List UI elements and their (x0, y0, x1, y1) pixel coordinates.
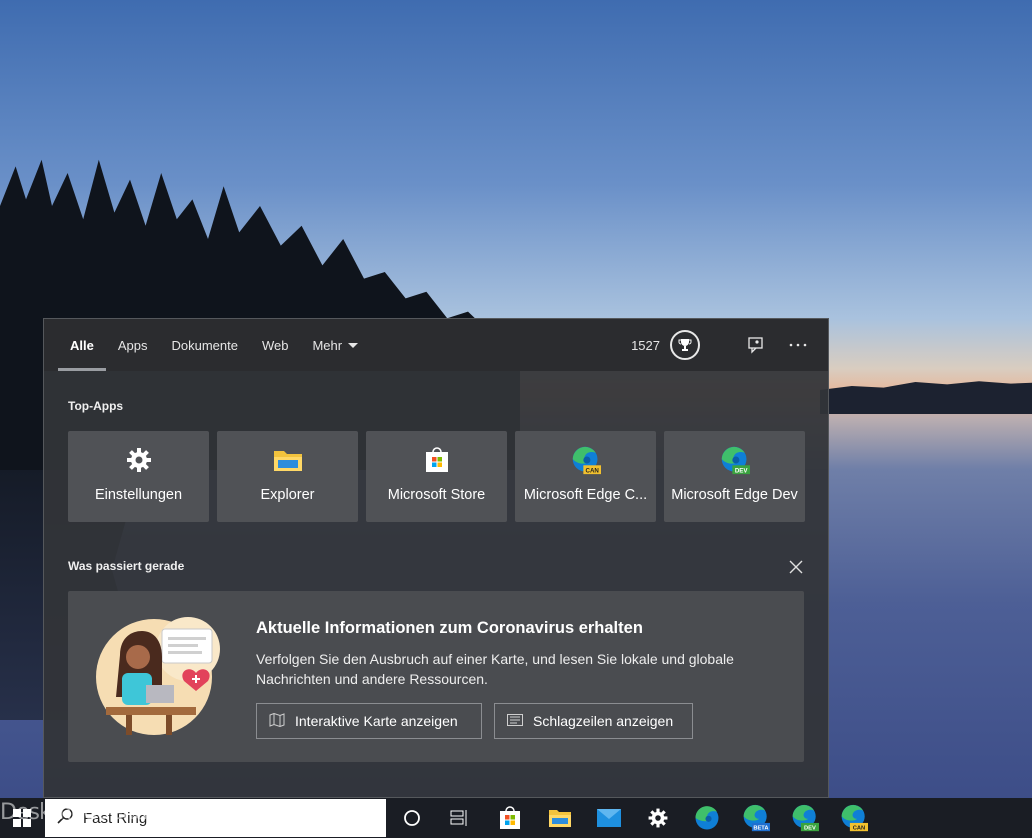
app-tile-edge-dev[interactable]: DEV Microsoft Edge Dev (664, 431, 805, 522)
watermark-text: Deskmodder.de (0, 800, 161, 825)
task-view-icon[interactable] (445, 803, 475, 833)
search-panel: Alle Apps Dokumente Web Mehr 1527 Top-Ap… (43, 318, 829, 798)
top-apps-heading: Top-Apps (68, 399, 124, 413)
button-label: Schlagzeilen anzeigen (533, 713, 674, 729)
button-label: Interaktive Karte anzeigen (295, 713, 458, 729)
edge-dev-icon: DEV (720, 445, 750, 475)
tab-web[interactable]: Web (250, 319, 301, 371)
search-tabbar: Alle Apps Dokumente Web Mehr 1527 (44, 319, 828, 371)
tab-alle[interactable]: Alle (58, 319, 106, 371)
app-label: Einstellungen (94, 487, 183, 503)
trophy-icon[interactable] (670, 330, 700, 360)
edge-canary-taskbar-icon[interactable]: CAN (839, 803, 869, 833)
app-label: Explorer (260, 487, 315, 503)
microsoft-store-icon (422, 445, 452, 475)
cortana-icon[interactable] (397, 803, 427, 833)
tabbar-actions: 1527 (631, 319, 810, 371)
file-explorer-icon (273, 445, 303, 475)
news-title: Aktuelle Informationen zum Coronavirus e… (256, 619, 643, 637)
edge-canary-icon: CAN (571, 445, 601, 475)
tab-label: Mehr (312, 337, 343, 353)
close-icon[interactable] (788, 559, 804, 575)
more-options-icon[interactable] (786, 333, 810, 357)
chevron-down-icon (348, 342, 359, 348)
show-headlines-button[interactable]: Schlagzeilen anzeigen (494, 703, 693, 739)
mail-icon[interactable] (594, 803, 624, 833)
coronavirus-news-card: Aktuelle Informationen zum Coronavirus e… (68, 591, 804, 762)
tab-mehr[interactable]: Mehr (300, 319, 370, 371)
svg-text:DEV: DEV (804, 826, 816, 832)
app-tile-einstellungen[interactable]: Einstellungen (68, 431, 209, 522)
settings-taskbar-icon[interactable] (643, 803, 673, 833)
edge-beta-taskbar-icon[interactable]: BETA (741, 803, 771, 833)
app-label: Microsoft Edge Dev (671, 487, 798, 503)
app-label: Microsoft Edge C... (523, 487, 648, 503)
feedback-icon[interactable] (744, 333, 768, 357)
newspaper-icon (507, 713, 523, 729)
tab-label: Web (261, 337, 289, 353)
news-illustration (96, 615, 224, 737)
file-explorer-taskbar-icon[interactable] (545, 803, 575, 833)
svg-text:CAN: CAN (585, 467, 599, 474)
top-apps-list: Einstellungen Explorer Microsoft Store C… (68, 431, 805, 522)
svg-text:BETA: BETA (753, 826, 768, 832)
news-description: Verfolgen Sie den Ausbruch auf einer Kar… (256, 651, 734, 687)
svg-text:DEV: DEV (734, 467, 748, 474)
interactive-map-button[interactable]: Interaktive Karte anzeigen (256, 703, 482, 739)
tab-label: Dokumente (171, 337, 238, 353)
tab-label: Alle (70, 337, 94, 353)
app-tile-edge-canary[interactable]: CAN Microsoft Edge C... (515, 431, 656, 522)
background-far-shore (820, 381, 1032, 414)
edge-taskbar-icon[interactable] (692, 803, 722, 833)
map-icon (269, 712, 285, 730)
microsoft-store-taskbar-icon[interactable] (495, 803, 525, 833)
rewards-points: 1527 (631, 337, 660, 353)
svg-text:CAN: CAN (853, 826, 865, 832)
tab-dokumente[interactable]: Dokumente (159, 319, 249, 371)
tab-apps[interactable]: Apps (106, 319, 160, 371)
app-tile-explorer[interactable]: Explorer (217, 431, 358, 522)
app-tile-microsoft-store[interactable]: Microsoft Store (366, 431, 507, 522)
tab-label: Apps (117, 337, 148, 353)
app-label: Microsoft Store (387, 487, 486, 503)
news-section-heading: Was passiert gerade (68, 559, 185, 573)
edge-dev-taskbar-icon[interactable]: DEV (790, 803, 820, 833)
settings-gear-icon (124, 445, 154, 475)
